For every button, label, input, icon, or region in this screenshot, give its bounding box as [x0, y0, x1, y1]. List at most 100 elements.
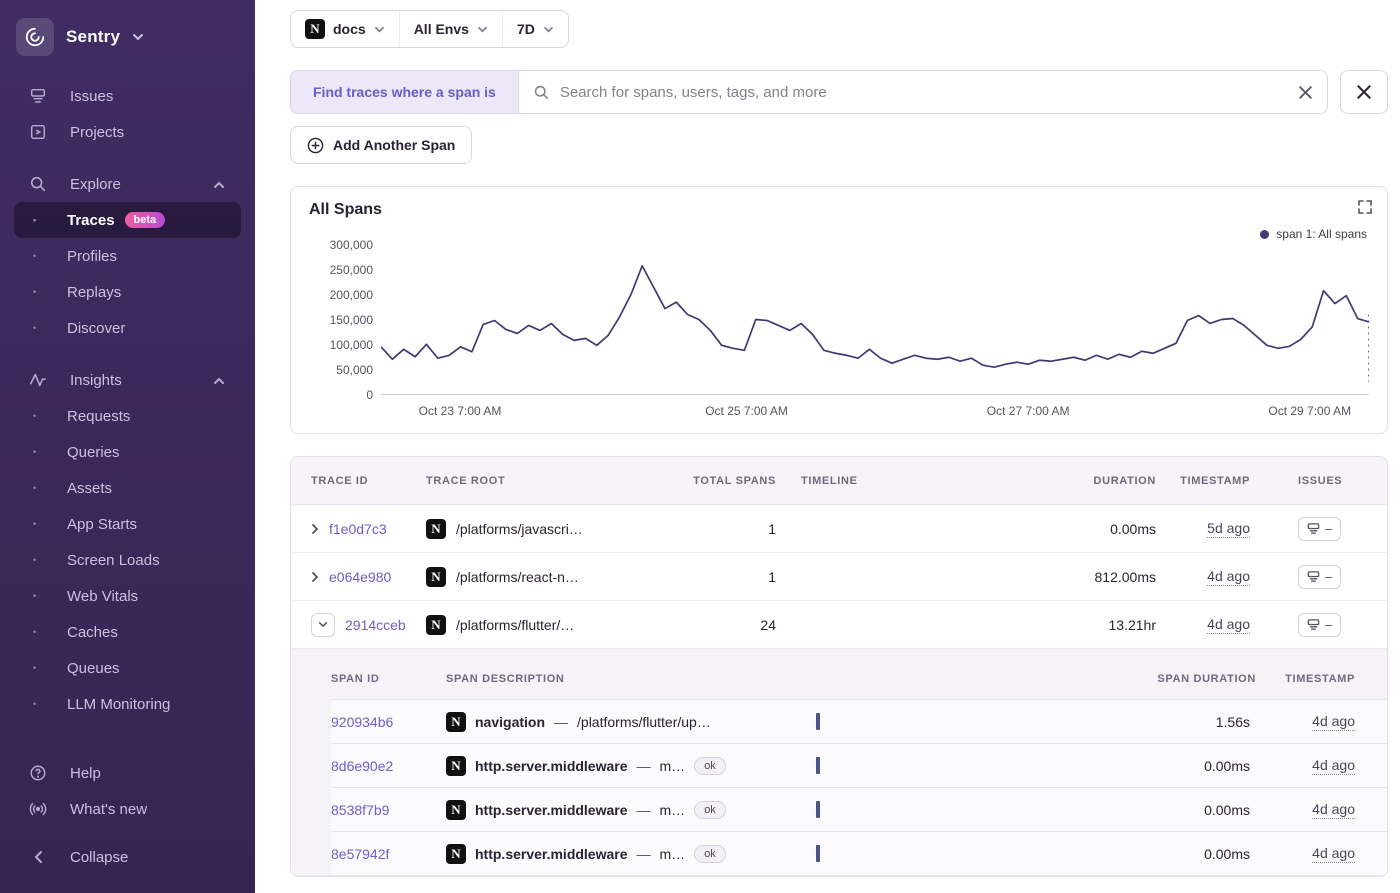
- issues-button[interactable]: –: [1298, 612, 1342, 637]
- chevron-right-icon[interactable]: [311, 571, 319, 583]
- org-switcher[interactable]: Sentry: [0, 0, 255, 78]
- sidebar-item-app-starts[interactable]: • App Starts: [14, 506, 241, 542]
- sidebar-item-issues[interactable]: Issues: [14, 78, 241, 114]
- y-axis: 300,000 250,000 200,000 150,000 100,000 …: [309, 238, 381, 402]
- chevron-right-icon[interactable]: [311, 523, 319, 535]
- status-badge: ok: [694, 844, 726, 863]
- remove-span-filter-button[interactable]: [1340, 70, 1388, 114]
- y-tick: 50,000: [336, 362, 373, 377]
- pulse-icon: [28, 371, 48, 389]
- trace-id-link[interactable]: f1e0d7c3: [329, 521, 387, 537]
- org-name: Sentry: [66, 27, 121, 46]
- duration-value: 13.21hr: [1108, 616, 1156, 633]
- sidebar-item-discover[interactable]: • Discover: [14, 310, 241, 346]
- chart-legend[interactable]: span 1: All spans: [1260, 227, 1367, 241]
- col-trace-id: TRACE ID: [311, 474, 369, 487]
- sidebar-item-projects[interactable]: Projects: [14, 114, 241, 150]
- bullet-icon: •: [33, 699, 37, 709]
- table-row-expanded[interactable]: 2914cceb N /platforms/flutter/… 24 13.21…: [291, 601, 1387, 649]
- span-timestamp-value[interactable]: 4d ago: [1312, 712, 1355, 731]
- bullet-icon: •: [33, 447, 37, 457]
- timestamp-value[interactable]: 4d ago: [1207, 567, 1250, 586]
- bullet-icon: •: [33, 555, 37, 565]
- platform-icon: N: [305, 19, 325, 39]
- span-filter-condition[interactable]: Find traces where a span is: [290, 70, 518, 114]
- issues-button[interactable]: –: [1298, 516, 1342, 541]
- chart-plot[interactable]: [381, 245, 1369, 395]
- sidebar-section-explore[interactable]: Explore: [14, 166, 241, 202]
- sidebar-item-queues[interactable]: • Queues: [14, 650, 241, 686]
- sidebar-item-label: Traces: [67, 211, 115, 229]
- duration-value: 812.00ms: [1094, 568, 1156, 585]
- total-spans-value: 1: [768, 568, 776, 585]
- span-row[interactable]: 920934b6 N navigation — /platforms/flutt…: [331, 699, 1387, 743]
- span-id-link[interactable]: 8538f7b9: [331, 802, 446, 818]
- chart-area: 300,000 250,000 200,000 150,000 100,000 …: [309, 238, 1369, 402]
- fullscreen-icon[interactable]: [1357, 199, 1373, 218]
- sidebar-item-assets[interactable]: • Assets: [14, 470, 241, 506]
- sidebar-item-screen-loads[interactable]: • Screen Loads: [14, 542, 241, 578]
- span-search-row: Find traces where a span is: [290, 70, 1388, 114]
- issues-count: –: [1325, 569, 1333, 584]
- issues-count: –: [1325, 617, 1333, 632]
- trace-id-link[interactable]: e064e980: [329, 569, 391, 585]
- sidebar-item-whats-new[interactable]: What's new: [14, 791, 241, 827]
- span-timestamp-value[interactable]: 4d ago: [1312, 844, 1355, 863]
- search-icon: [28, 175, 48, 193]
- span-timestamp-value[interactable]: 4d ago: [1312, 800, 1355, 819]
- sidebar-section-insights[interactable]: Insights: [14, 362, 241, 398]
- sidebar-item-llm-monitoring[interactable]: • LLM Monitoring: [14, 686, 241, 722]
- timestamp-value[interactable]: 4d ago: [1207, 615, 1250, 634]
- y-tick: 200,000: [329, 287, 373, 302]
- status-badge: ok: [694, 756, 726, 775]
- span-row[interactable]: 8538f7b9 N http.server.middleware — m… o…: [331, 787, 1387, 831]
- sentry-logo-icon: [16, 18, 54, 56]
- sidebar-item-requests[interactable]: • Requests: [14, 398, 241, 434]
- span-row[interactable]: 8d6e90e2 N http.server.middleware — m… o…: [331, 743, 1387, 787]
- sidebar-item-web-vitals[interactable]: • Web Vitals: [14, 578, 241, 614]
- dash-separator: —: [636, 757, 651, 774]
- table-row[interactable]: e064e980 N /platforms/react-n… 1 812.00m…: [291, 553, 1387, 601]
- span-search-box: [517, 70, 1328, 114]
- sidebar-collapse-button[interactable]: Collapse: [14, 833, 241, 881]
- sidebar-item-profiles[interactable]: • Profiles: [14, 238, 241, 274]
- trace-id-link[interactable]: 2914cceb: [345, 617, 406, 633]
- bullet-icon: •: [33, 663, 37, 673]
- platform-icon: N: [446, 799, 466, 820]
- project-filter[interactable]: N docs: [291, 11, 399, 47]
- span-duration-value: 0.00ms: [1204, 801, 1250, 818]
- dash-separator: —: [636, 801, 651, 818]
- bullet-icon: •: [33, 411, 37, 421]
- sidebar-item-help[interactable]: Help: [14, 755, 241, 791]
- help-icon: [28, 764, 48, 782]
- timestamp-value[interactable]: 5d ago: [1207, 519, 1250, 538]
- span-row[interactable]: 8e57942f N http.server.middleware — m… o…: [331, 831, 1387, 875]
- table-row[interactable]: f1e0d7c3 N /platforms/javascri… 1 0.00ms…: [291, 505, 1387, 553]
- add-another-span-button[interactable]: Add Another Span: [290, 126, 473, 164]
- sidebar-item-label: Projects: [70, 123, 125, 141]
- platform-icon: N: [446, 843, 466, 864]
- dash-separator: —: [636, 845, 651, 862]
- col-span-id: SPAN ID: [331, 673, 380, 685]
- span-timestamp-value[interactable]: 4d ago: [1312, 756, 1355, 775]
- sidebar-item-queries[interactable]: • Queries: [14, 434, 241, 470]
- span-id-link[interactable]: 920934b6: [331, 714, 446, 730]
- sidebar-item-caches[interactable]: • Caches: [14, 614, 241, 650]
- col-trace-root: TRACE ROOT: [426, 474, 506, 487]
- sidebar-item-replays[interactable]: • Replays: [14, 274, 241, 310]
- span-id-link[interactable]: 8e57942f: [331, 846, 446, 862]
- projects-icon: [28, 123, 48, 141]
- sidebar-item-label: Discover: [67, 319, 126, 337]
- sidebar-item-label: Screen Loads: [67, 551, 160, 569]
- date-range-filter[interactable]: 7D: [501, 11, 568, 47]
- issues-button[interactable]: –: [1298, 564, 1342, 589]
- environment-filter[interactable]: All Envs: [398, 11, 502, 47]
- span-id-link[interactable]: 8d6e90e2: [331, 758, 446, 774]
- sidebar-section-label: Explore: [70, 175, 121, 193]
- collapse-row-button[interactable]: [311, 612, 335, 637]
- sidebar-item-traces[interactable]: • Traces beta: [14, 202, 241, 238]
- clear-search-icon[interactable]: [1298, 85, 1313, 100]
- span-search-input[interactable]: [559, 83, 1288, 101]
- x-tick: Oct 25 7:00 AM: [705, 404, 788, 418]
